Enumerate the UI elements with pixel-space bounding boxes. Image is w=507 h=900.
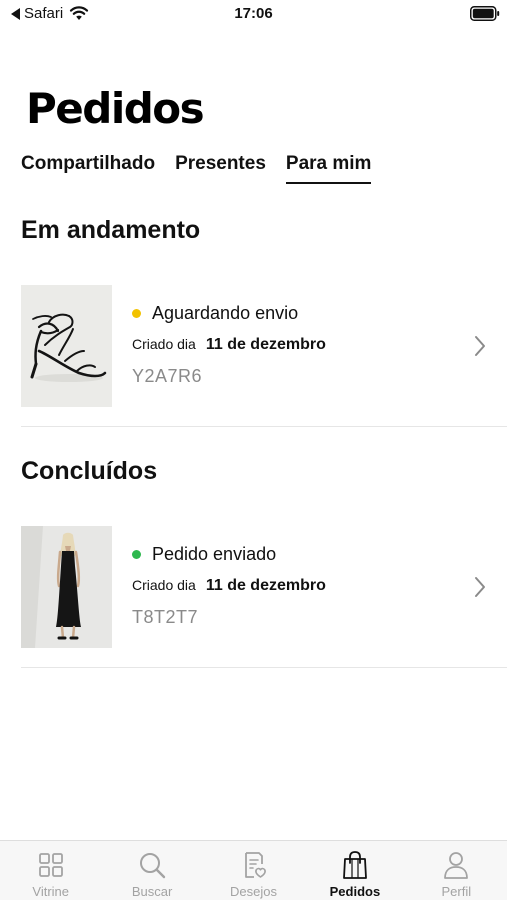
person-icon — [444, 852, 469, 879]
order-created: Criado dia 11 de dezembro — [132, 577, 326, 595]
chevron-right-icon[interactable] — [473, 576, 487, 598]
orders-screen: Safari 17:06 Pedidos Compartilhado Prese… — [0, 0, 507, 900]
page-title: Pedidos — [26, 84, 205, 133]
status-time: 17:06 — [234, 5, 273, 22]
order-status-label: Aguardando envio — [152, 303, 299, 323]
wishlist-icon — [244, 852, 266, 878]
battery-icon — [470, 6, 500, 21]
search-icon — [140, 853, 166, 879]
order-created-date: 11 de dezembro — [205, 336, 326, 353]
tabbar-item-vitrine[interactable]: Vitrine — [0, 841, 101, 900]
divider — [21, 426, 507, 427]
tabbar-label: Pedidos — [329, 884, 381, 899]
order-status: Aguardando envio — [132, 303, 298, 324]
tabbar-item-perfil[interactable]: Perfil — [406, 841, 507, 900]
order-tabs: Compartilhado Presentes Para mim — [21, 152, 391, 186]
order-status: Pedido enviado — [132, 544, 276, 565]
status-bar: Safari 17:06 — [0, 0, 507, 28]
grid-icon — [38, 853, 63, 877]
order-row[interactable]: Aguardando envio Criado dia 11 de dezembr… — [21, 285, 507, 427]
status-dot-yellow — [132, 309, 141, 318]
strappy-heel-sandal-image — [21, 285, 112, 407]
tab-compartilhado[interactable]: Compartilhado — [21, 152, 155, 184]
section-title-in-progress: Em andamento — [21, 216, 201, 244]
tabbar-label: Perfil — [441, 884, 472, 899]
order-created-label: Criado dia — [132, 336, 196, 352]
tabbar-item-desejos[interactable]: Desejos — [203, 841, 304, 900]
shopping-bag-icon — [343, 851, 367, 879]
order-code: Y2A7R6 — [132, 366, 203, 386]
order-row[interactable]: Pedido enviado Criado dia 11 de dezembro … — [21, 526, 507, 668]
bottom-tab-bar: Vitrine Buscar Desejos Pedidos Perfil — [0, 840, 507, 900]
tabbar-item-pedidos[interactable]: Pedidos — [304, 841, 405, 900]
tabbar-label: Desejos — [230, 884, 277, 899]
tab-presentes[interactable]: Presentes — [175, 152, 266, 184]
order-code: T8T2T7 — [132, 607, 199, 627]
tab-para-mim[interactable]: Para mim — [285, 152, 371, 184]
status-dot-green — [132, 550, 141, 559]
chevron-right-icon[interactable] — [473, 335, 487, 357]
black-dress-model-image — [21, 526, 112, 648]
tabbar-item-buscar[interactable]: Buscar — [101, 841, 202, 900]
order-created-date: 11 de dezembro — [205, 577, 326, 594]
order-created-label: Criado dia — [132, 577, 196, 593]
order-created: Criado dia 11 de dezembro — [132, 336, 326, 354]
section-title-completed: Concluídos — [21, 457, 158, 485]
tabbar-label: Buscar — [131, 884, 173, 899]
order-status-label: Pedido enviado — [152, 544, 277, 564]
tabbar-label: Vitrine — [32, 884, 70, 899]
divider — [21, 667, 507, 668]
